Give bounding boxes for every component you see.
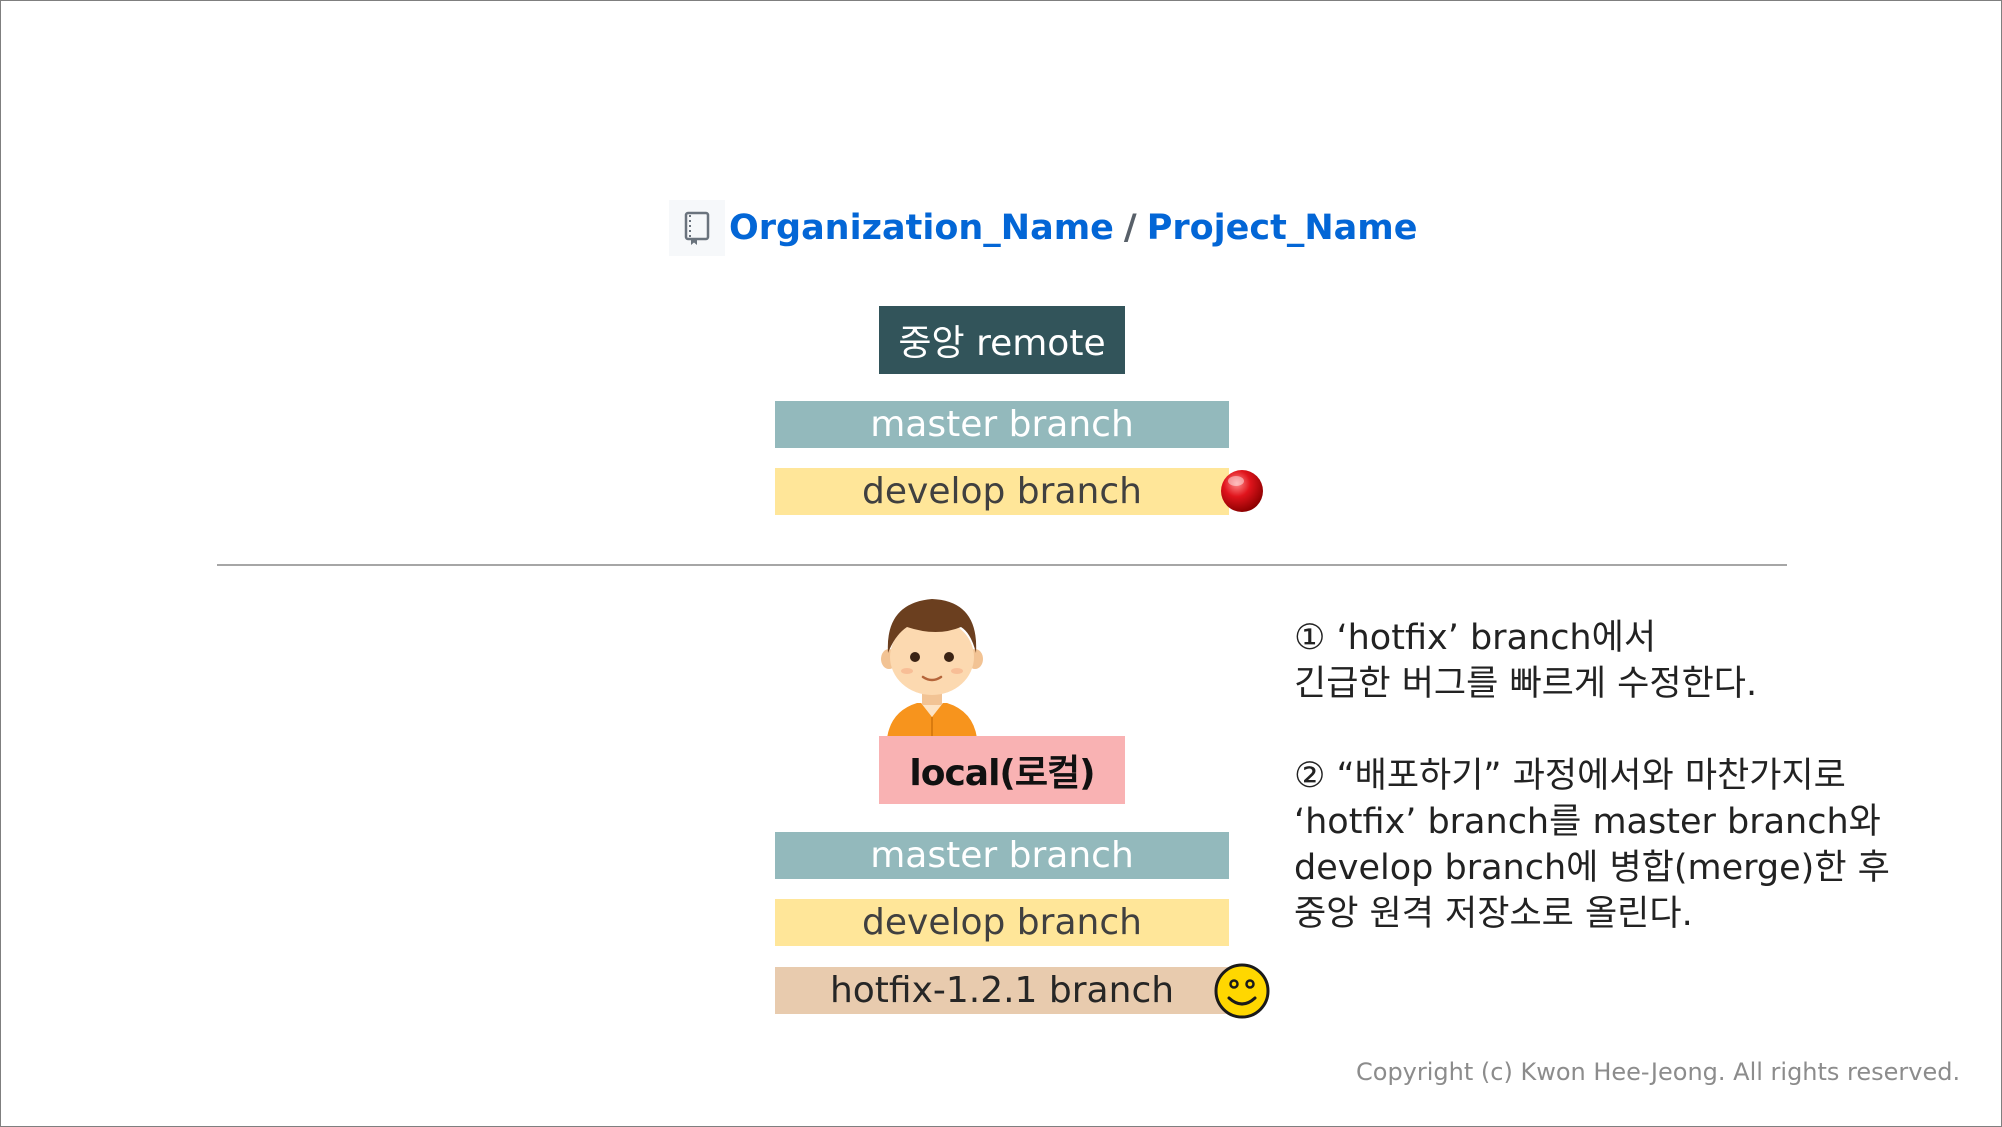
developer-avatar-icon <box>877 593 987 742</box>
step2-line1: ② “배포하기” 과정에서와 마찬가지로 <box>1294 756 1846 796</box>
project-link[interactable]: Project_Name <box>1147 208 1418 248</box>
smiley-face-icon <box>1213 962 1271 1024</box>
local-develop-branch: develop branch <box>775 899 1229 946</box>
remote-label-box: 중앙 remote <box>879 306 1125 374</box>
step2-line4: 중앙 원격 저장소로 올린다. <box>1294 894 1693 934</box>
slide-frame: Organization_Name / Project_Name 중앙 remo… <box>0 0 2002 1127</box>
step1-line2: 긴급한 버그를 빠르게 수정한다. <box>1294 664 1758 704</box>
step2-line2: ‘hotfix’ branch를 master branch와 <box>1294 802 1881 842</box>
organization-link[interactable]: Organization_Name <box>729 208 1114 248</box>
step1-line1: ① ‘hotfix’ branch에서 <box>1294 618 1657 658</box>
local-label-box: local(로컬) <box>879 736 1125 804</box>
repo-header: Organization_Name / Project_Name <box>669 197 1418 259</box>
repo-book-icon <box>669 200 725 256</box>
step2-line3: develop branch에 병합(merge)한 후 <box>1294 848 1890 888</box>
remote-master-branch: master branch <box>775 401 1229 448</box>
section-divider <box>217 564 1787 566</box>
red-dot-icon <box>1219 468 1265 518</box>
repo-separator: / <box>1123 208 1137 248</box>
local-master-branch: master branch <box>775 832 1229 879</box>
process-description: ① ‘hotfix’ branch에서 긴급한 버그를 빠르게 수정한다. ② … <box>1294 615 1934 937</box>
remote-develop-branch: develop branch <box>775 468 1229 515</box>
local-hotfix-branch: hotfix-1.2.1 branch <box>775 967 1229 1014</box>
copyright-notice: Copyright (c) Kwon Hee-Jeong. All rights… <box>1356 1058 1961 1086</box>
